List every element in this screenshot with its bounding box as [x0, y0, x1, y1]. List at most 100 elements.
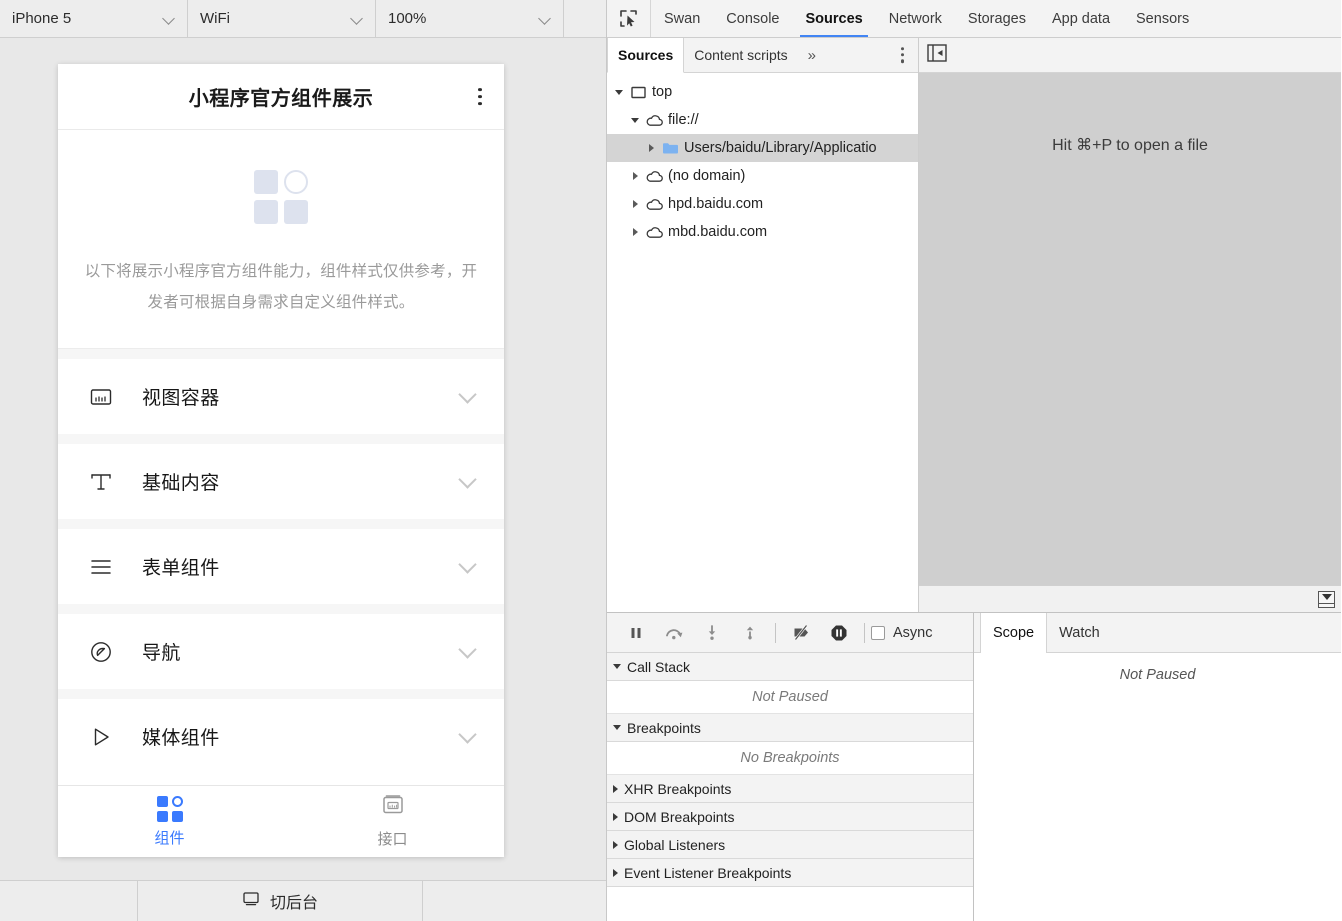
- section-label: Call Stack: [627, 659, 690, 675]
- accordion-row-navigation[interactable]: 导航: [58, 614, 504, 689]
- tab-scope[interactable]: Scope: [980, 613, 1047, 653]
- section-header-event-listener-breakpoints[interactable]: Event Listener Breakpoints: [607, 859, 973, 887]
- cloud-icon: [643, 198, 665, 211]
- tab-network[interactable]: Network: [876, 0, 955, 37]
- network-select[interactable]: WiFi: [188, 0, 376, 37]
- source-tree: top file:// Users/baid: [607, 73, 918, 612]
- phone-tabbar: 组件 接口: [58, 785, 504, 857]
- tree-row[interactable]: (no domain): [607, 162, 918, 190]
- section-header-xhr-breakpoints[interactable]: XHR Breakpoints: [607, 775, 973, 803]
- accordion-row-view-container[interactable]: 视图容器: [58, 359, 504, 434]
- tree-label: Users/baidu/Library/Applicatio: [684, 140, 877, 156]
- accordion-row-form-components[interactable]: 表单组件: [58, 529, 504, 604]
- tree-row[interactable]: top: [607, 78, 918, 106]
- tab-sources[interactable]: Sources: [792, 0, 875, 37]
- phone-navbar: 小程序官方组件展示: [58, 64, 504, 130]
- section-label: Breakpoints: [627, 720, 701, 736]
- cloud-icon: [643, 170, 665, 183]
- tab-console[interactable]: Console: [713, 0, 792, 37]
- devtools-pane: Swan Console Sources Network Storages Ap…: [607, 0, 1341, 921]
- network-select-value: WiFi: [200, 10, 230, 27]
- navigator-subtabs: Sources Content scripts »: [607, 38, 918, 73]
- tab-watch[interactable]: Watch: [1047, 613, 1112, 652]
- tabbar-item-components[interactable]: 组件: [58, 786, 281, 857]
- breakpoint-slash-icon[interactable]: [782, 616, 820, 650]
- editor-placeholder-area[interactable]: Hit ⌘+P to open a file: [919, 73, 1341, 585]
- chevron-right-icon[interactable]: [627, 172, 643, 180]
- kebab-menu-icon[interactable]: [478, 88, 482, 106]
- chevron-right-icon[interactable]: [643, 144, 659, 152]
- scope-column: Scope Watch Not Paused: [974, 613, 1341, 921]
- tab-label: Sensors: [1136, 11, 1189, 27]
- more-tabs-button[interactable]: »: [798, 38, 826, 72]
- checkbox-box[interactable]: [871, 626, 885, 640]
- view-container-icon: [84, 380, 118, 414]
- section-divider: [58, 604, 504, 614]
- step-into-icon[interactable]: [693, 616, 731, 650]
- section-header-global-listeners[interactable]: Global Listeners: [607, 831, 973, 859]
- section-divider: [58, 689, 504, 699]
- form-list-icon: [84, 550, 118, 584]
- chevron-right-icon[interactable]: [627, 200, 643, 208]
- tree-label: top: [652, 84, 672, 100]
- section-label: Global Listeners: [624, 837, 725, 853]
- section-header-breakpoints[interactable]: Breakpoints: [607, 714, 973, 742]
- inspect-element-icon[interactable]: [607, 0, 651, 37]
- chevron-down-icon: [458, 555, 476, 573]
- pause-exception-icon[interactable]: [820, 616, 858, 650]
- scroll-to-bottom-icon[interactable]: [1318, 591, 1335, 608]
- media-play-icon: [84, 720, 118, 754]
- async-checkbox[interactable]: Async: [871, 625, 933, 641]
- accordion-row-media-components[interactable]: 媒体组件: [58, 699, 504, 774]
- subtab-sources[interactable]: Sources: [607, 38, 684, 73]
- chevron-right-icon[interactable]: [627, 228, 643, 236]
- pause-icon[interactable]: [617, 616, 655, 650]
- tab-swan[interactable]: Swan: [651, 0, 713, 37]
- scope-tabbar: Scope Watch: [974, 613, 1341, 653]
- step-out-icon[interactable]: [731, 616, 769, 650]
- app-root: iPhone 5 WiFi 100% 小程序官方组件展示: [0, 0, 1342, 921]
- tab-label: Sources: [805, 11, 862, 27]
- step-over-icon[interactable]: [655, 616, 693, 650]
- simulator-statusbar: 切后台: [0, 880, 606, 921]
- toolbar-divider: [775, 623, 776, 643]
- chevron-down-icon[interactable]: [611, 90, 627, 95]
- sources-upper-area: Sources Content scripts » top: [607, 38, 1341, 612]
- tree-row[interactable]: Users/baidu/Library/Applicatio: [607, 134, 918, 162]
- breakpoints-empty-text: No Breakpoints: [607, 742, 973, 775]
- show-navigator-icon[interactable]: [927, 44, 947, 67]
- device-select[interactable]: iPhone 5: [0, 0, 188, 37]
- tabbar-item-api[interactable]: 接口: [281, 786, 504, 857]
- devtools-tabbar: Swan Console Sources Network Storages Ap…: [607, 0, 1341, 38]
- page-title: 小程序官方组件展示: [189, 82, 374, 111]
- statusbar-left-cell: [0, 881, 138, 921]
- chevron-down-icon[interactable]: [627, 118, 643, 123]
- frame-icon: [627, 86, 649, 99]
- tab-app-data[interactable]: App data: [1039, 0, 1123, 37]
- section-header-call-stack[interactable]: Call Stack: [607, 653, 973, 681]
- chevron-down-icon: [162, 12, 175, 25]
- tree-row[interactable]: mbd.baidu.com: [607, 218, 918, 246]
- tree-row[interactable]: hpd.baidu.com: [607, 190, 918, 218]
- section-divider: [58, 349, 504, 359]
- api-card-icon: [380, 794, 406, 823]
- tab-sensors[interactable]: Sensors: [1123, 0, 1202, 37]
- tab-label: Console: [726, 11, 779, 27]
- toolbar-divider: [864, 623, 865, 643]
- intro-block: 以下将展示小程序官方组件能力，组件样式仅供参考，开发者可根据自身需求自定义组件样…: [58, 130, 504, 349]
- subtab-label: Content scripts: [694, 47, 787, 63]
- subtab-content-scripts[interactable]: Content scripts: [684, 38, 797, 72]
- zoom-select[interactable]: 100%: [376, 0, 564, 37]
- more-options-icon[interactable]: [901, 47, 904, 63]
- tab-storages[interactable]: Storages: [955, 0, 1039, 37]
- accordion-label: 媒体组件: [142, 723, 461, 750]
- tabbar-label: 组件: [154, 827, 184, 848]
- accordion-label: 视图容器: [142, 383, 461, 410]
- cloud-icon: [643, 114, 665, 127]
- tree-row[interactable]: file://: [607, 106, 918, 134]
- accordion-row-basic-content[interactable]: 基础内容: [58, 444, 504, 519]
- switch-background-button[interactable]: 切后台: [138, 881, 423, 921]
- phone-body: 以下将展示小程序官方组件能力，组件样式仅供参考，开发者可根据自身需求自定义组件样…: [58, 130, 504, 785]
- section-header-dom-breakpoints[interactable]: DOM Breakpoints: [607, 803, 973, 831]
- scope-empty-text: Not Paused: [1120, 667, 1196, 921]
